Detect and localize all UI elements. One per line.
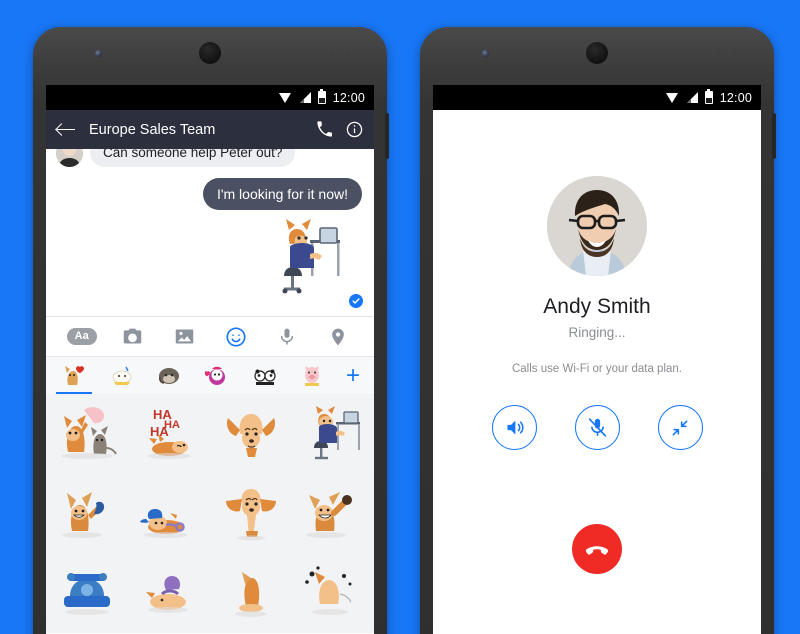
chat-header: Europe Sales Team [46,110,374,149]
sticker-dog-ears-down[interactable] [218,481,284,548]
sticker-tab-pink-girl[interactable] [193,357,241,394]
call-actions [491,405,703,450]
sticker-tab-fox-heart[interactable] [50,357,98,394]
call-status: Ringing... [568,325,626,340]
sticker-tab-mole[interactable] [145,357,193,394]
signal-icon [686,92,698,103]
right-screen: 12:00 Andy Smith Ringing... Calls use Wi… [433,85,761,634]
sticker-dog-at-desk[interactable] [300,402,366,469]
sticker-tab-pig[interactable] [288,357,336,394]
location-button[interactable] [325,324,351,350]
sticker-dog-sad-face[interactable] [218,402,284,469]
text-format-label: Aa [66,328,97,345]
sticker-blue-telephone[interactable] [54,560,120,627]
signal-icon [299,92,311,103]
contact-name: Andy Smith [543,295,651,318]
end-call-button[interactable] [572,524,622,574]
add-sticker-pack-button[interactable]: + [336,363,370,388]
status-bar-time: 12:00 [719,90,752,105]
text-format-button[interactable]: Aa [66,324,97,350]
status-bar-time: 12:00 [332,90,365,105]
earpiece-speaker [199,42,221,64]
sticker-dog-cheering[interactable] [300,481,366,548]
sticker-tab-panda[interactable] [241,357,289,394]
wifi-icon [665,92,679,103]
front-camera-icon [95,50,102,57]
mute-button[interactable] [574,405,620,450]
light-sensor-icon [345,51,351,57]
power-button[interactable] [772,113,776,159]
back-arrow-icon[interactable] [57,123,76,137]
phone-bezel-top [420,27,774,85]
wifi-icon [278,92,292,103]
composer-toolbar[interactable]: Aa [46,316,374,356]
phone-bezel-top [33,27,387,85]
dog-at-desk-sticker [46,214,374,298]
status-bar: 12:00 [433,85,761,110]
sticker-tab-bar[interactable]: + [46,356,374,394]
front-camera-icon [482,50,489,57]
sticker-dog-haha-rolling[interactable]: HA HA HA [136,402,202,469]
avatar [547,176,647,276]
proximity-sensor-icon [329,51,335,57]
status-bar: 12:00 [46,85,374,110]
sticker-dog-cap-whistle[interactable] [136,481,202,548]
sticker-tab-chick[interactable] [98,357,146,394]
call-screen: Andy Smith Ringing... Calls use Wi-Fi or… [433,110,761,634]
message-text-incoming: Can someone help Peter out? [90,149,296,167]
message-row-outgoing: I'm looking for it now! [46,178,374,210]
left-screen: 12:00 Europe Sales Team Can someone help… [46,85,374,634]
voice-record-button[interactable] [274,324,300,350]
messenger-chat-phone: 12:00 Europe Sales Team Can someone help… [33,27,389,634]
sticker-dog-sneezing[interactable] [300,560,366,627]
battery-icon [704,88,713,104]
power-button[interactable] [385,113,389,159]
sent-check-icon [349,294,363,308]
camera-button[interactable] [120,324,146,350]
page-title: Europe Sales Team [89,121,216,138]
message-text-outgoing: I'm looking for it now! [202,178,362,210]
sticker-dog-waving-blue[interactable] [54,481,120,548]
sticker-dog-high-five-cat[interactable] [54,402,120,469]
proximity-sensor-icon [716,51,722,57]
minimize-button[interactable] [657,405,703,450]
battery-icon [317,88,326,104]
voice-call-phone: 12:00 Andy Smith Ringing... Calls use Wi… [420,27,776,634]
info-circle-icon[interactable] [346,121,363,138]
message-thread[interactable]: Can someone help Peter out? I'm looking … [46,149,374,316]
avatar [56,149,83,167]
gallery-button[interactable] [171,324,197,350]
earpiece-speaker [586,42,608,64]
call-note: Calls use Wi-Fi or your data plan. [511,363,682,375]
speaker-button[interactable] [491,405,537,450]
sticker-dog-ear-peek[interactable] [218,560,284,627]
emoji-sticker-button[interactable] [223,324,249,350]
light-sensor-icon [732,51,738,57]
phone-call-icon[interactable] [316,121,333,138]
sticker-grid[interactable]: HA HA HA [46,394,374,633]
sticker-dog-purple-hat[interactable] [136,560,202,627]
message-row-incoming: Can someone help Peter out? [46,149,374,167]
